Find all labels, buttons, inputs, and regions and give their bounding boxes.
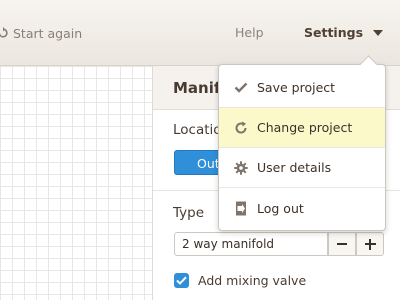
settings-button[interactable]: Settings	[304, 24, 384, 42]
type-select[interactable]: 2 way manifold	[174, 232, 328, 256]
check-icon	[233, 80, 249, 96]
caret-down-icon	[373, 30, 384, 36]
checkmark-icon	[176, 276, 187, 285]
menu-item-label: Log out	[257, 200, 304, 216]
increment-button[interactable]	[356, 232, 384, 256]
refresh-icon	[233, 120, 249, 136]
menu-item-label: User details	[257, 160, 332, 175]
panel-title: Manif	[173, 79, 221, 97]
decrement-button[interactable]	[328, 232, 356, 256]
logout-icon	[233, 200, 249, 216]
location-label: Locatio	[173, 122, 222, 138]
menu-item-label: Save project	[257, 80, 336, 95]
menu-item-label: Change project	[257, 120, 353, 135]
mixing-valve-option[interactable]: Add mixing valve	[174, 271, 306, 289]
menu-item-change-project[interactable]: Change project	[219, 108, 385, 148]
mixing-valve-label: Add mixing valve	[198, 272, 307, 288]
mixing-valve-checkbox[interactable]	[174, 272, 189, 288]
settings-label: Settings	[304, 25, 364, 40]
type-label: Type	[173, 205, 205, 221]
gear-icon	[233, 160, 249, 176]
menu-item-log-out[interactable]: Log out	[219, 188, 385, 228]
top-bar: Start again Help Settings	[0, 0, 400, 66]
help-link[interactable]: Help	[235, 24, 264, 42]
menu-item-save-project[interactable]: Save project	[219, 68, 385, 108]
minus-icon	[337, 243, 347, 245]
start-again-button[interactable]: Start again	[0, 24, 82, 42]
restart-icon	[0, 27, 8, 39]
plus-icon	[364, 238, 376, 250]
settings-menu: Save project Change project User details…	[218, 55, 386, 231]
start-again-label: Start again	[13, 25, 83, 41]
design-canvas[interactable]	[0, 66, 153, 300]
menu-item-user-details[interactable]: User details	[219, 148, 385, 188]
